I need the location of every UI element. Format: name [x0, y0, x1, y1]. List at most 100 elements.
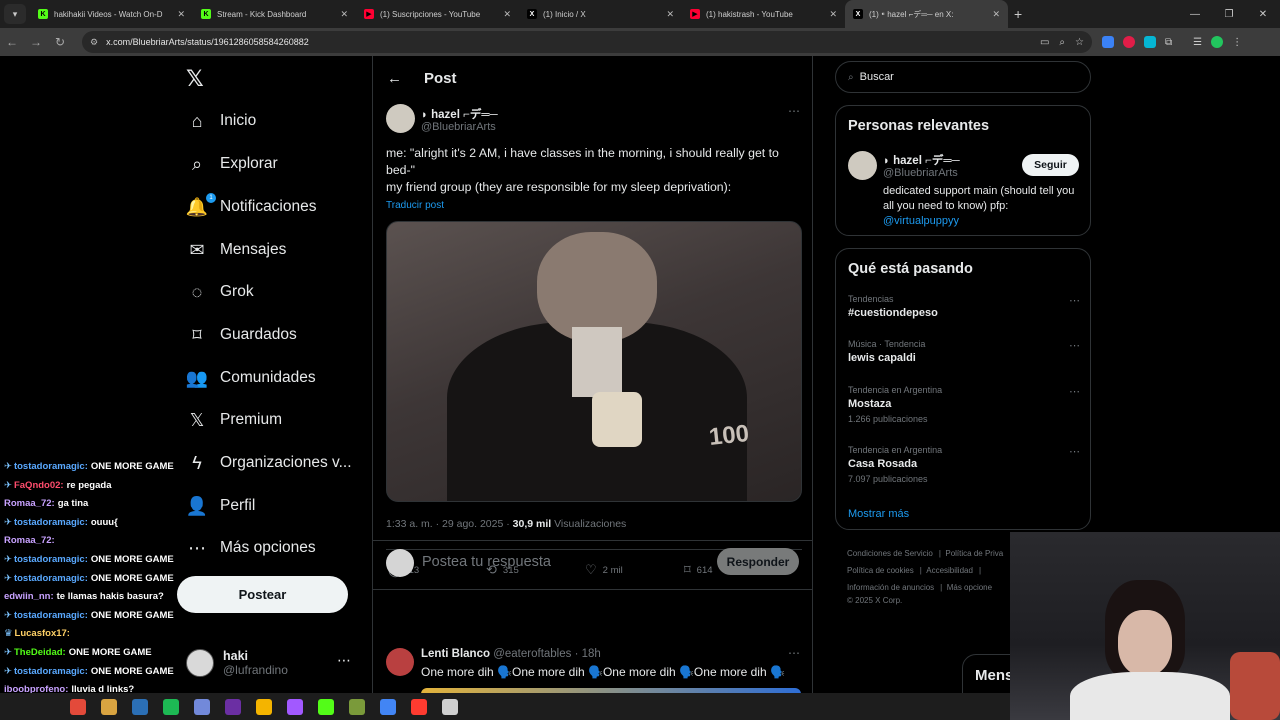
- reading-list-icon[interactable]: ☰: [1193, 37, 1202, 48]
- reply-input[interactable]: Postea tu respuesta: [422, 554, 551, 570]
- more-icon[interactable]: ⋯: [337, 652, 351, 669]
- chat-username[interactable]: tostadoramagic:: [14, 666, 88, 677]
- x-logo-icon[interactable]: 𝕏: [186, 66, 204, 92]
- more-icon[interactable]: ⋯: [788, 646, 800, 660]
- chat-username[interactable]: tostadoramagic:: [14, 573, 88, 584]
- chat-username[interactable]: edwiin_nn:: [4, 591, 54, 602]
- more-icon[interactable]: ⋯: [1069, 339, 1080, 352]
- taskbar-app-icon[interactable]: [349, 698, 365, 715]
- nav-item[interactable]: ϟ Organizaciones v...: [186, 443, 351, 483]
- back-arrow-icon[interactable]: ←: [387, 70, 402, 87]
- more-icon[interactable]: ⋯: [788, 104, 800, 118]
- reply-author-name[interactable]: Lenti Blanco: [421, 648, 490, 660]
- chat-username[interactable]: tostadoramagic:: [14, 610, 88, 621]
- chat-username[interactable]: FaQndo02:: [14, 480, 64, 491]
- chat-username[interactable]: TheDeidad:: [14, 647, 66, 658]
- profile-avatar-icon[interactable]: [1211, 36, 1224, 48]
- chat-username[interactable]: Lucasfox17:: [15, 628, 70, 639]
- footer-link[interactable]: Política de cookies: [847, 566, 914, 575]
- show-more-link[interactable]: Mostrar más: [848, 508, 909, 520]
- extension-icon[interactable]: [1102, 36, 1114, 48]
- account-switcher[interactable]: haki @lufrandino ⋯: [186, 643, 366, 683]
- timestamp[interactable]: 1:33 a. m. · 29 ago. 2025 ·: [386, 518, 513, 530]
- back-arrow-icon[interactable]: ←: [0, 35, 24, 49]
- close-tab-icon[interactable]: ✕: [992, 9, 1000, 20]
- chat-username[interactable]: tostadoramagic:: [14, 517, 88, 528]
- author-name[interactable]: ◗ hazel ⌐デ═─: [421, 106, 498, 122]
- tab-search-button[interactable]: ▾: [4, 4, 26, 24]
- taskbar-app-icon[interactable]: [411, 698, 427, 715]
- browser-tab[interactable]: ▶ (1) hakistrash - YouTube ✕: [682, 0, 845, 28]
- install-icon[interactable]: ▭: [1040, 37, 1049, 48]
- browser-tab[interactable]: Khakihakii Videos - Watch On-D ✕: [30, 0, 193, 28]
- trend-item[interactable]: Tendencia en Argentina Mostaza 1.266 publi…: [848, 385, 1080, 424]
- follow-button[interactable]: Seguir: [1022, 154, 1079, 176]
- taskbar-app-icon[interactable]: [194, 698, 210, 715]
- close-tab-icon[interactable]: ✕: [503, 9, 511, 20]
- puzzle-icon[interactable]: ⧉: [1165, 37, 1172, 48]
- browser-tab[interactable]: K Stream - Kick Dashboard ✕: [193, 0, 356, 28]
- bookmark-star-icon[interactable]: ☆: [1075, 37, 1084, 48]
- reload-icon[interactable]: ↻: [48, 35, 72, 49]
- more-icon[interactable]: ⋯: [1069, 385, 1080, 398]
- taskbar-app-icon[interactable]: [380, 698, 396, 715]
- chat-username[interactable]: Romaa_72:: [4, 498, 55, 509]
- trend-item[interactable]: Tendencia en Argentina Casa Rosada 7.097 p…: [848, 445, 1080, 484]
- nav-item[interactable]: 🔔 Notificaciones 1: [186, 187, 317, 227]
- nav-item[interactable]: ✉ Mensajes: [186, 230, 286, 270]
- url-bar[interactable]: ⚙ x.com/BluebriarArts/status/19612860585…: [82, 31, 1092, 53]
- new-tab-button[interactable]: +: [1014, 6, 1022, 22]
- taskbar-app-icon[interactable]: [256, 698, 272, 715]
- browser-tab[interactable]: ▶ (1) Suscripciones - YouTube ✕: [356, 0, 519, 28]
- taskbar-app-icon[interactable]: [132, 698, 148, 715]
- taskbar-app-icon[interactable]: [318, 698, 334, 715]
- nav-item[interactable]: 👥 Comunidades: [186, 358, 316, 398]
- footer-link[interactable]: Información de anuncios: [847, 583, 934, 592]
- relevant-handle[interactable]: @BluebriarArts: [883, 167, 958, 179]
- nav-item[interactable]: 𝕏 Premium: [186, 400, 282, 440]
- nav-item[interactable]: ⋯ Más opciones: [186, 528, 316, 568]
- tweet-video[interactable]: 100: [386, 221, 802, 502]
- author-handle[interactable]: @BluebriarArts: [421, 121, 496, 133]
- maximize-button[interactable]: ❐: [1212, 9, 1246, 20]
- close-tab-icon[interactable]: ✕: [340, 9, 348, 20]
- bio-link[interactable]: @virtualpuppyy: [883, 215, 959, 227]
- nav-item[interactable]: ⌂ Inicio: [186, 101, 257, 141]
- post-button[interactable]: Postear: [177, 576, 348, 613]
- taskbar-app-icon[interactable]: [442, 698, 458, 715]
- close-window-button[interactable]: ✕: [1246, 9, 1280, 20]
- chat-username[interactable]: tostadoramagic:: [14, 554, 88, 565]
- browser-tab[interactable]: X (1) ⁌ hazel ⌐デ═─ en X: ✕: [845, 0, 1008, 28]
- close-tab-icon[interactable]: ✕: [177, 9, 185, 20]
- chat-username[interactable]: Romaa_72:: [4, 535, 55, 546]
- footer-link[interactable]: Condiciones de Servicio: [847, 549, 933, 558]
- taskbar-app-icon[interactable]: [70, 698, 86, 715]
- avatar[interactable]: [848, 151, 877, 180]
- search-input[interactable]: ⌕ Buscar: [835, 61, 1091, 93]
- footer-link[interactable]: Más opcione: [947, 583, 992, 592]
- taskbar-app-icon[interactable]: [101, 698, 117, 715]
- close-tab-icon[interactable]: ✕: [829, 9, 837, 20]
- extension-icon[interactable]: [1144, 36, 1156, 48]
- chat-username[interactable]: tostadoramagic:: [14, 461, 88, 472]
- avatar[interactable]: [386, 104, 415, 133]
- nav-item[interactable]: 👤 Perfil: [186, 486, 256, 526]
- extension-icon[interactable]: [1123, 36, 1135, 48]
- menu-kebab-icon[interactable]: ⋮: [1232, 37, 1242, 48]
- avatar[interactable]: [386, 648, 414, 676]
- browser-tab[interactable]: X (1) Inicio / X ✕: [519, 0, 682, 28]
- nav-item[interactable]: ⌕ Explorar: [186, 144, 278, 184]
- zoom-icon[interactable]: ⌕: [1059, 37, 1065, 48]
- trend-item[interactable]: Tendencias #cuestiondepeso ⋯: [848, 294, 1080, 319]
- close-tab-icon[interactable]: ✕: [666, 9, 674, 20]
- taskbar-app-icon[interactable]: [163, 698, 179, 715]
- nav-item[interactable]: ⌑ Guardados: [186, 315, 296, 355]
- nav-item[interactable]: ◌ Grok: [186, 272, 254, 312]
- taskbar-app-icon[interactable]: [287, 698, 303, 715]
- site-info-icon[interactable]: ⚙: [90, 37, 98, 48]
- footer-link[interactable]: Accesibilidad: [926, 566, 973, 575]
- minimize-button[interactable]: —: [1178, 9, 1212, 20]
- footer-link[interactable]: Política de Priva: [945, 549, 1003, 558]
- more-icon[interactable]: ⋯: [1069, 294, 1080, 307]
- reply-button[interactable]: Responder: [717, 548, 799, 575]
